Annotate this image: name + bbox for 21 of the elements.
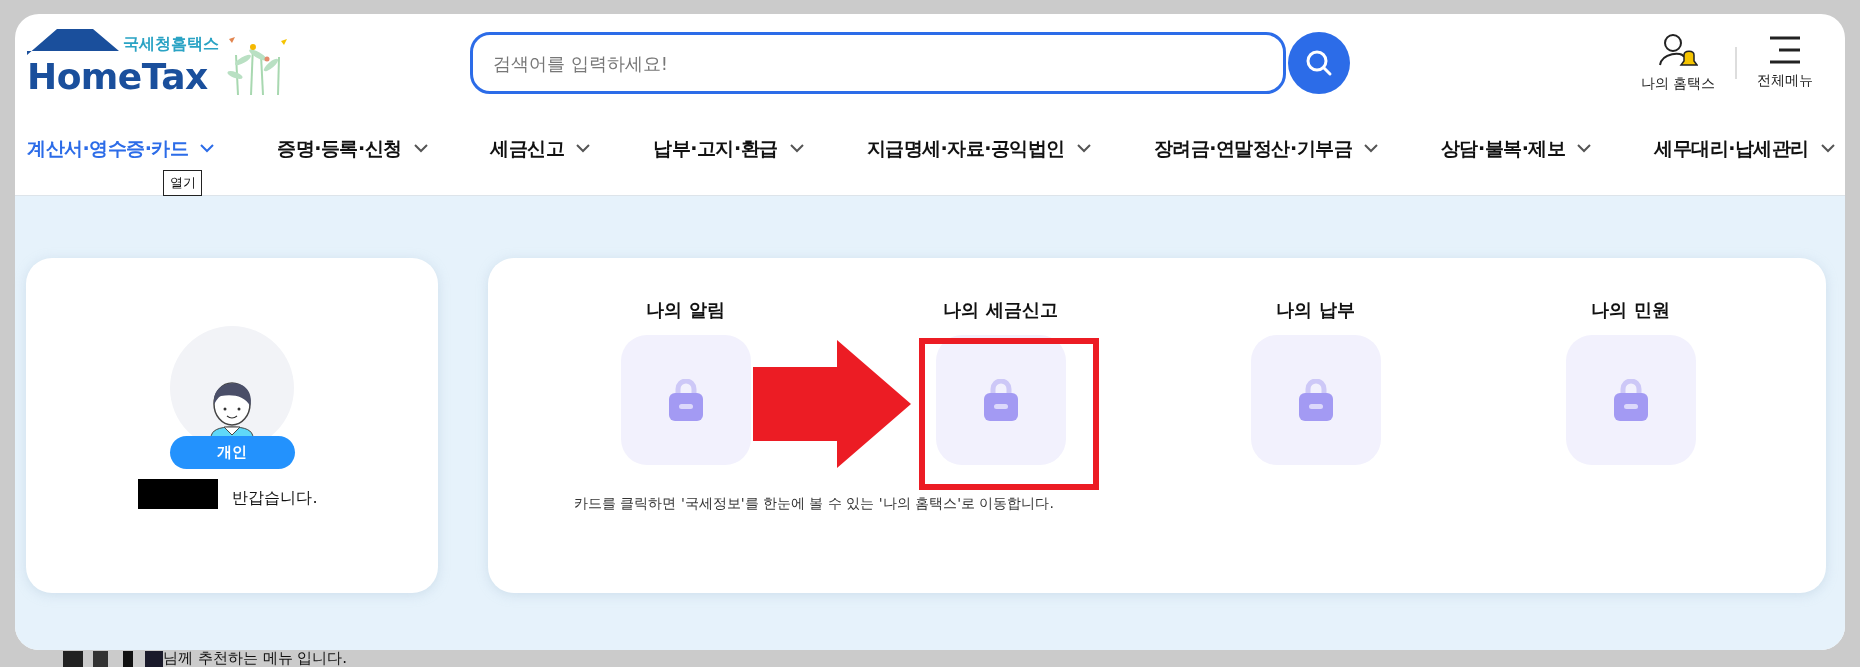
logo-title[interactable]: HomeTax — [27, 57, 208, 97]
card-title: 나의 민원 — [1591, 298, 1670, 322]
tooltip: 열기 — [163, 169, 203, 196]
search-field[interactable]: 검색어를 입력하세요! — [470, 32, 1286, 94]
nav-menu-item[interactable]: 세금신고 — [490, 129, 591, 168]
all-menu-button[interactable]: 전체메뉴 — [1737, 36, 1833, 90]
card-title: 나의 알림 — [646, 298, 725, 322]
nav-menu-item[interactable]: 세무대리·납세관리 — [1654, 129, 1835, 168]
nav-menu-item[interactable]: 장려금·연말정산·기부금 — [1153, 129, 1379, 168]
nav-menu-item[interactable]: 납부·고지·환급 — [653, 129, 804, 168]
cards-note: 카드를 클릭하면 '국세정보'를 한눈에 볼 수 있는 '나의 홈택스'로 이동합니다. — [574, 495, 1055, 513]
nav-menu-item[interactable]: 지급명세·자료·공익법인 — [866, 129, 1091, 168]
card-title: 나의 납부 — [1276, 298, 1355, 322]
logo-subtitle: 국세청홈택스 — [123, 34, 219, 55]
card-title: 나의 세금신고 — [943, 298, 1058, 322]
nav-menu-item[interactable]: 상담·불복·제보 — [1440, 129, 1592, 168]
recommend-text: 님께 추천하는 메뉴 입니다. — [163, 650, 348, 667]
my-hometax-button[interactable]: 나의 홈택스 — [1620, 33, 1735, 93]
nav-menu-item[interactable]: 증명·등록·신청 — [277, 129, 428, 168]
user-type-badge: 개인 — [169, 436, 295, 469]
greeting-text: 반갑습니다. — [232, 488, 318, 509]
